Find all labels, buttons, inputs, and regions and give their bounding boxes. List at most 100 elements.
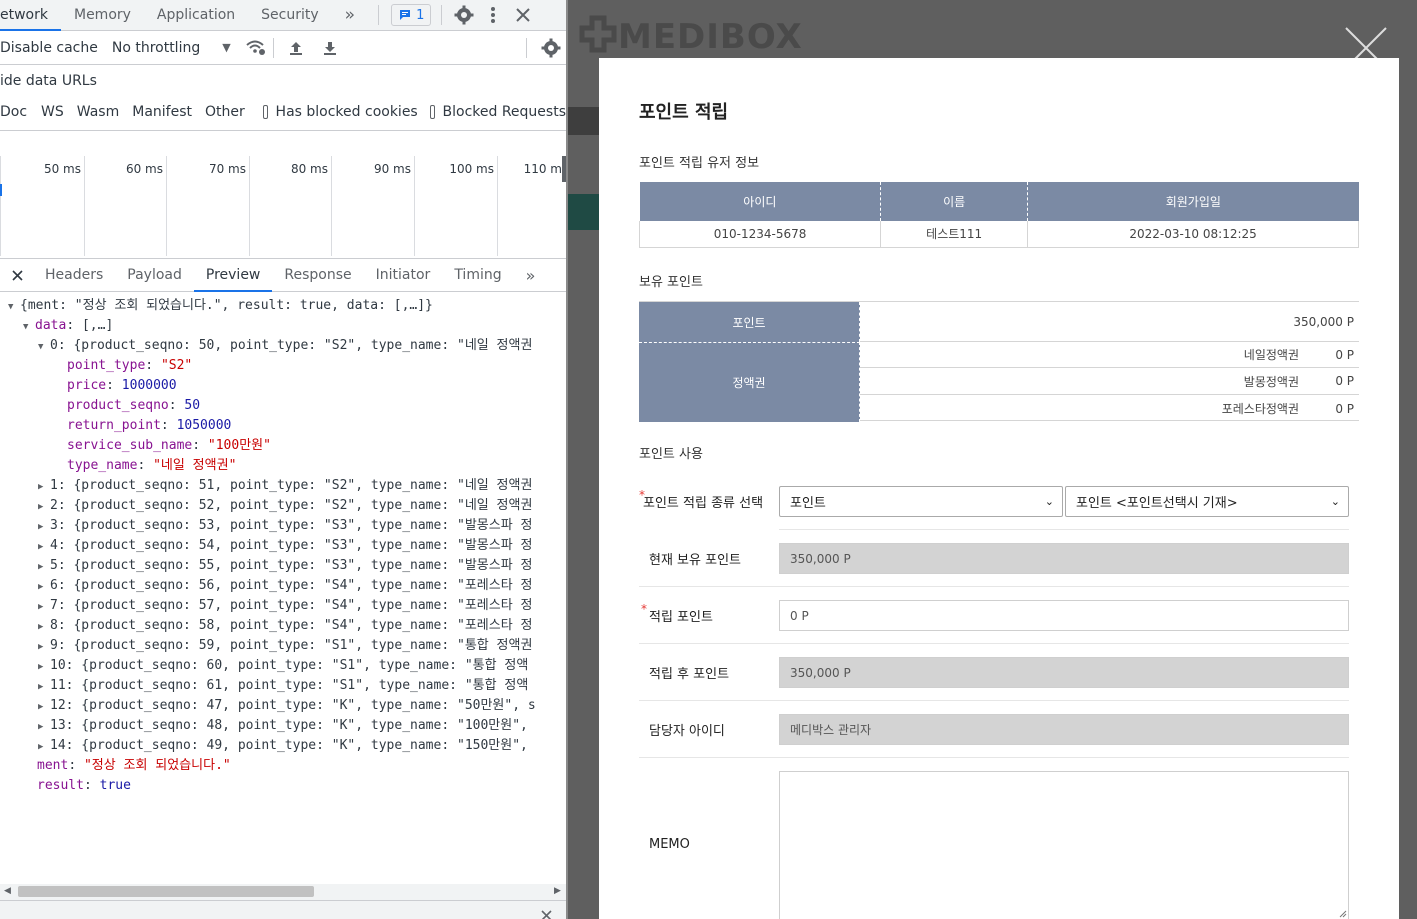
- close-icon[interactable]: [516, 8, 531, 22]
- divider: [639, 586, 1349, 587]
- request-detail-tabs: Headers Payload Preview Response Initiat…: [0, 258, 566, 292]
- expand-triangle-icon[interactable]: ▶: [38, 637, 50, 657]
- network-conditions-icon[interactable]: [245, 39, 267, 57]
- hide-data-urls-checkbox[interactable]: ide data URLs: [0, 73, 97, 89]
- drawer-bar: [0, 900, 566, 919]
- tree-ment[interactable]: ment: "정상 조회 되었습니다.": [0, 756, 566, 776]
- expand-triangle-icon[interactable]: ▶: [38, 657, 50, 677]
- item0-field[interactable]: point_type: "S2": [0, 356, 566, 376]
- voucher-value: 0 P: [1335, 374, 1354, 388]
- tab-preview[interactable]: Preview: [193, 259, 273, 292]
- tree-result[interactable]: result: true: [0, 776, 566, 796]
- tree-item[interactable]: ▶ 1: {product_seqno: 51, point_type: "S2"…: [0, 476, 566, 496]
- close-drawer-icon[interactable]: [541, 910, 552, 919]
- tab-timing[interactable]: Timing: [442, 259, 513, 292]
- tab-response[interactable]: Response: [272, 259, 363, 292]
- expand-triangle-icon[interactable]: ▶: [38, 477, 50, 497]
- column-header-join-date: 회원가입일: [1027, 182, 1359, 221]
- filter-doc[interactable]: Doc: [0, 104, 27, 120]
- point-subtype-select[interactable]: 포인트 <포인트선택시 기재> ⌄: [1065, 486, 1349, 517]
- tab-initiator[interactable]: Initiator: [364, 259, 443, 292]
- horizontal-scrollbar[interactable]: ◀ ▶: [0, 884, 566, 900]
- more-tabs-icon[interactable]: »: [332, 5, 368, 25]
- has-blocked-cookies-checkbox[interactable]: [262, 105, 268, 119]
- item0-field[interactable]: price: 1000000: [0, 376, 566, 396]
- column-header-id: 아이디: [639, 182, 881, 221]
- point-type-select[interactable]: 포인트 ⌄: [779, 486, 1063, 517]
- scroll-right-icon[interactable]: ▶: [554, 886, 561, 896]
- resize-handle-icon[interactable]: [1338, 909, 1347, 918]
- tree-item[interactable]: ▶ 14: {product_seqno: 49, point_type: "K"…: [0, 736, 566, 756]
- tab-memory[interactable]: Memory: [61, 7, 144, 23]
- point-type-label: * 포인트 적립 종류 선택: [639, 488, 764, 511]
- expand-triangle-icon[interactable]: ▶: [38, 737, 50, 757]
- tree-item[interactable]: ▶ 11: {product_seqno: 61, point_type: "S1…: [0, 676, 566, 696]
- tab-application[interactable]: Application: [144, 7, 248, 23]
- filter-wasm[interactable]: Wasm: [77, 104, 119, 120]
- blocked-requests-checkbox[interactable]: [429, 105, 435, 119]
- expand-triangle-icon[interactable]: ▼: [8, 297, 20, 317]
- item0-field[interactable]: return_point: 1050000: [0, 416, 566, 436]
- tab-network[interactable]: etwork: [0, 0, 61, 31]
- expand-triangle-icon[interactable]: ▶: [38, 597, 50, 617]
- divider: [639, 643, 1349, 644]
- expand-triangle-icon[interactable]: ▶: [38, 697, 50, 717]
- tab-headers[interactable]: Headers: [33, 259, 115, 292]
- divider: [272, 37, 274, 58]
- tree-data-node[interactable]: ▼ data: [,…]: [0, 316, 566, 336]
- expand-triangle-icon[interactable]: ▶: [38, 517, 50, 537]
- expand-triangle-icon[interactable]: ▶: [38, 617, 50, 637]
- item0-field[interactable]: type_name: "네일 정액권": [0, 456, 566, 476]
- tab-payload[interactable]: Payload: [115, 259, 194, 292]
- expand-triangle-icon[interactable]: ▶: [38, 497, 50, 517]
- filter-other[interactable]: Other: [205, 104, 245, 120]
- tab-security[interactable]: Security: [248, 7, 332, 23]
- timeline-overview[interactable]: 50 ms 60 ms 70 ms 80 ms 90 ms 100 ms 110…: [0, 156, 566, 256]
- tree-item-0[interactable]: ▼ 0: {product_seqno: 50, point_type: "S2"…: [0, 336, 566, 356]
- item0-field[interactable]: product_seqno: 50: [0, 396, 566, 416]
- tree-item[interactable]: ▶ 12: {product_seqno: 47, point_type: "K"…: [0, 696, 566, 716]
- kebab-menu-icon[interactable]: [490, 6, 496, 24]
- expand-triangle-icon[interactable]: ▶: [38, 717, 50, 737]
- throttling-select[interactable]: No throttling: [112, 40, 200, 56]
- tree-item[interactable]: ▶ 9: {product_seqno: 59, point_type: "S1"…: [0, 636, 566, 656]
- memo-textarea[interactable]: [779, 771, 1349, 919]
- tree-item[interactable]: ▶ 2: {product_seqno: 52, point_type: "S2"…: [0, 496, 566, 516]
- item0-field[interactable]: service_sub_name: "100만원": [0, 436, 566, 456]
- tree-item[interactable]: ▶ 4: {product_seqno: 54, point_type: "S3"…: [0, 536, 566, 556]
- filter-manifest[interactable]: Manifest: [132, 104, 192, 120]
- download-icon[interactable]: [322, 40, 338, 56]
- timeline-tick: 60 ms: [84, 156, 166, 256]
- expand-triangle-icon[interactable]: ▼: [38, 337, 50, 357]
- tree-item[interactable]: ▶ 6: {product_seqno: 56, point_type: "S4"…: [0, 576, 566, 596]
- expand-triangle-icon[interactable]: ▼: [23, 317, 35, 337]
- tree-item[interactable]: ▶ 10: {product_seqno: 60, point_type: "S1…: [0, 656, 566, 676]
- disable-cache-checkbox[interactable]: Disable cache: [0, 40, 98, 56]
- expand-triangle-icon[interactable]: ▶: [38, 577, 50, 597]
- tree-item[interactable]: ▶ 8: {product_seqno: 58, point_type: "S4"…: [0, 616, 566, 636]
- filter-ws[interactable]: WS: [41, 104, 64, 120]
- tree-item[interactable]: ▶ 5: {product_seqno: 55, point_type: "S3"…: [0, 556, 566, 576]
- gear-icon[interactable]: [454, 5, 474, 25]
- tree-root[interactable]: ▼ {ment: "정상 조회 되었습니다.", result: true, da…: [0, 296, 566, 316]
- more-tabs-icon[interactable]: »: [514, 259, 548, 292]
- point-label: 포인트: [639, 302, 860, 342]
- tree-item[interactable]: ▶ 3: {product_seqno: 53, point_type: "S3"…: [0, 516, 566, 536]
- expand-triangle-icon[interactable]: ▶: [38, 537, 50, 557]
- close-icon[interactable]: [12, 269, 23, 281]
- upload-icon[interactable]: [288, 40, 304, 56]
- expand-triangle-icon[interactable]: ▶: [38, 677, 50, 697]
- divider: [639, 757, 1349, 758]
- tree-item[interactable]: ▶ 13: {product_seqno: 48, point_type: "K"…: [0, 716, 566, 736]
- earn-points-input[interactable]: 0 P: [779, 600, 1349, 631]
- scrollbar-thumb[interactable]: [18, 886, 314, 897]
- tree-item[interactable]: ▶ 7: {product_seqno: 57, point_type: "S4"…: [0, 596, 566, 616]
- network-settings-gear-icon[interactable]: [541, 38, 561, 58]
- timeline-tick: 90 ms: [331, 156, 414, 256]
- voucher-row: 발몽정액권 0 P: [860, 368, 1359, 395]
- voucher-label: 정액권: [639, 342, 860, 422]
- issues-button[interactable]: 1: [391, 4, 432, 26]
- expand-triangle-icon[interactable]: ▶: [38, 557, 50, 577]
- scroll-left-icon[interactable]: ◀: [4, 886, 11, 896]
- chevron-down-icon[interactable]: ▼: [222, 41, 230, 54]
